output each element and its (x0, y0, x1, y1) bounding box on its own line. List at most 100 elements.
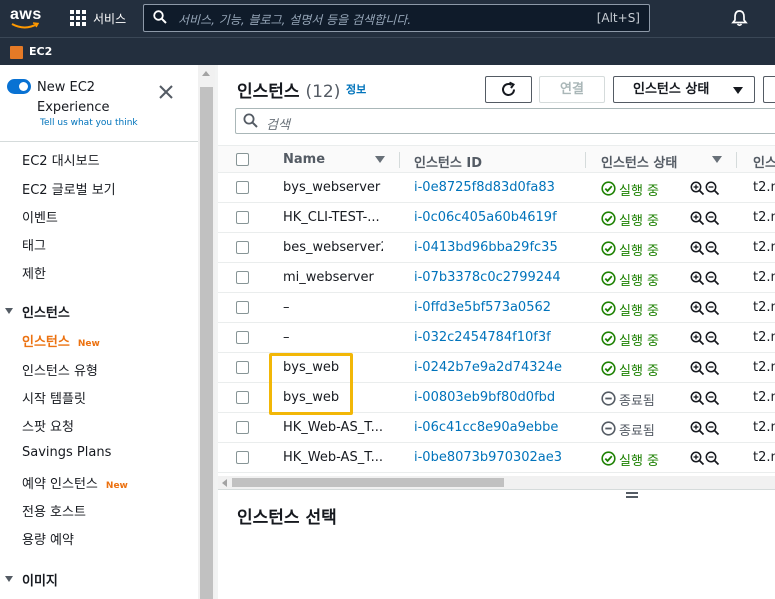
instance-state: 실행 중 (619, 454, 660, 469)
instance-id-link[interactable]: i-06c41cc8e90a9ebbe (414, 420, 558, 435)
table-row[interactable]: – i-0ffd3e5bf573a0562 실행 중 t2.m (218, 293, 775, 323)
check-circle-icon (601, 241, 616, 260)
zoom-filter-icon[interactable] (690, 391, 720, 410)
row-checkbox[interactable] (236, 181, 249, 194)
instance-id-link[interactable]: i-00803eb9bf80d0fbd (414, 390, 555, 405)
instance-type: t2.m (753, 270, 775, 285)
scrollbar-thumb[interactable] (232, 478, 504, 487)
sidebar-scrollbar[interactable] (198, 65, 215, 599)
feedback-link[interactable]: Tell us what you think (40, 118, 138, 128)
table-row[interactable]: HK_Web-AS_T... i-06c41cc8e90a9ebbe 종료됨 t2.m (218, 413, 775, 443)
sort-icon[interactable] (375, 156, 385, 163)
sidebar-item-global-view[interactable]: EC2 글로벌 보기 (22, 179, 116, 198)
sort-icon[interactable] (712, 156, 722, 163)
table-row[interactable]: HK_CLI-TEST-... i-0c06c405a60b4619f 실행 중 t2… (218, 203, 775, 233)
column-header-type[interactable]: 인스 (753, 152, 775, 171)
table-row[interactable]: – i-032c2454784f10f3f 실행 중 t2.m (218, 323, 775, 353)
zoom-filter-icon[interactable] (690, 331, 720, 350)
chevron-down-icon[interactable] (5, 308, 13, 314)
services-grid-icon[interactable] (70, 10, 86, 26)
instance-id-link[interactable]: i-032c2454784f10f3f (414, 330, 551, 345)
zoom-filter-icon[interactable] (690, 361, 720, 380)
instance-id-link[interactable]: i-0ffd3e5bf573a0562 (414, 300, 551, 315)
table-row[interactable]: HK_Web-AS_T... i-0be8073b970302ae3 실행 중 t2.… (218, 443, 775, 473)
scrollbar-thumb[interactable] (200, 87, 213, 599)
sidebar-item-spot-requests[interactable]: 스팟 요청 (22, 416, 74, 435)
row-checkbox[interactable] (236, 271, 249, 284)
table-row[interactable]: mi_webserver i-07b3378c0c2799244 실행 중 t2.m (218, 263, 775, 293)
instance-filter-input[interactable]: 검색 (235, 108, 775, 134)
sidebar-section-instances[interactable]: 인스턴스 (22, 302, 70, 321)
row-checkbox[interactable] (236, 421, 249, 434)
scroll-left-arrow[interactable] (222, 479, 227, 487)
connect-button[interactable]: 연결 (539, 76, 605, 103)
zoom-filter-icon[interactable] (690, 451, 720, 470)
zoom-filter-icon[interactable] (690, 241, 720, 260)
actions-button[interactable] (763, 76, 775, 103)
ec2-service-link[interactable]: EC2 (29, 45, 52, 58)
new-experience-toggle[interactable] (7, 79, 31, 94)
sidebar-item-instances[interactable]: 인스턴스 New (22, 331, 100, 350)
stop-circle-icon (601, 391, 616, 410)
instance-type: t2.m (753, 210, 775, 225)
sidebar-item-savings-plans[interactable]: Savings Plans (22, 445, 111, 460)
column-header-id[interactable]: 인스턴스 ID (414, 152, 482, 171)
page-title-text: 인스턴스 (237, 82, 300, 102)
instance-name: bys_webserver (283, 180, 381, 195)
sidebar-item-launch-templates[interactable]: 시작 템플릿 (22, 388, 86, 407)
column-header-state[interactable]: 인스턴스 상태 (601, 152, 677, 171)
instance-id-link[interactable]: i-07b3378c0c2799244 (414, 270, 561, 285)
info-link[interactable]: 정보 (346, 81, 366, 97)
zoom-filter-icon[interactable] (690, 211, 720, 230)
instance-id-link[interactable]: i-0c06c405a60b4619f (414, 210, 557, 225)
sidebar-item-dedicated-hosts[interactable]: 전용 호스트 (22, 501, 86, 520)
aws-logo[interactable]: aws (9, 5, 41, 31)
row-checkbox[interactable] (236, 361, 249, 374)
bell-icon[interactable] (731, 9, 748, 27)
column-separator[interactable] (399, 152, 400, 168)
sidebar-item-instance-types[interactable]: 인스턴스 유형 (22, 360, 98, 379)
table-row[interactable]: bys_webserver i-0e8725f8d83d0fa83 실행 중 t2.m (218, 173, 775, 203)
table-row[interactable]: bes_webserver2 i-0413bd96bba29fc35 실행 중 t2.… (218, 233, 775, 263)
instance-type: t2.m (753, 330, 775, 345)
zoom-filter-icon[interactable] (690, 181, 720, 200)
row-checkbox[interactable] (236, 451, 249, 464)
scroll-up-arrow[interactable] (202, 71, 210, 76)
row-checkbox[interactable] (236, 211, 249, 224)
instance-id-link[interactable]: i-0be8073b970302ae3 (414, 450, 562, 465)
sidebar-item-events[interactable]: 이벤트 (22, 207, 58, 226)
instance-id-link[interactable]: i-0e8725f8d83d0fa83 (414, 180, 555, 195)
row-checkbox[interactable] (236, 331, 249, 344)
instance-id-link[interactable]: i-0413bd96bba29fc35 (414, 240, 558, 255)
column-separator[interactable] (736, 152, 737, 168)
row-checkbox[interactable] (236, 301, 249, 314)
column-header-name[interactable]: Name (283, 152, 325, 167)
chevron-down-icon[interactable] (5, 576, 13, 582)
sidebar-item-dashboard[interactable]: EC2 대시보드 (22, 150, 100, 169)
zoom-filter-icon[interactable] (690, 421, 720, 440)
zoom-filter-icon[interactable] (690, 271, 720, 290)
column-separator[interactable] (585, 152, 586, 168)
sidebar-section-images[interactable]: 이미지 (22, 570, 58, 589)
sidebar-item-limits[interactable]: 제한 (22, 263, 46, 282)
zoom-filter-icon[interactable] (690, 301, 720, 320)
resize-handle-icon[interactable] (626, 492, 638, 498)
sidebar-item-tags[interactable]: 태그 (22, 235, 46, 254)
close-icon[interactable] (159, 85, 173, 99)
instance-state: 종료됨 (619, 394, 655, 409)
row-checkbox[interactable] (236, 391, 249, 404)
sidebar-item-capacity-reservations[interactable]: 용량 예약 (22, 529, 74, 548)
services-menu[interactable]: 서비스 (93, 10, 126, 27)
global-search-input[interactable]: 서비스, 기능, 블로그, 설명서 등을 검색합니다. [Alt+S] (143, 4, 650, 32)
refresh-button[interactable] (485, 76, 532, 103)
new-badge: New (77, 339, 100, 349)
instance-state: 실행 중 (619, 244, 660, 259)
instance-state-dropdown[interactable]: 인스턴스 상태 (613, 76, 755, 103)
select-all-checkbox[interactable] (236, 153, 249, 166)
instance-state: 실행 중 (619, 214, 660, 229)
sidebar-item-reserved-instances[interactable]: 예약 인스턴스 New (22, 473, 128, 492)
table-horizontal-scrollbar[interactable] (218, 476, 775, 489)
row-checkbox[interactable] (236, 241, 249, 254)
check-circle-icon (601, 211, 616, 230)
instance-id-link[interactable]: i-0242b7e9a2d74324e (414, 360, 562, 375)
